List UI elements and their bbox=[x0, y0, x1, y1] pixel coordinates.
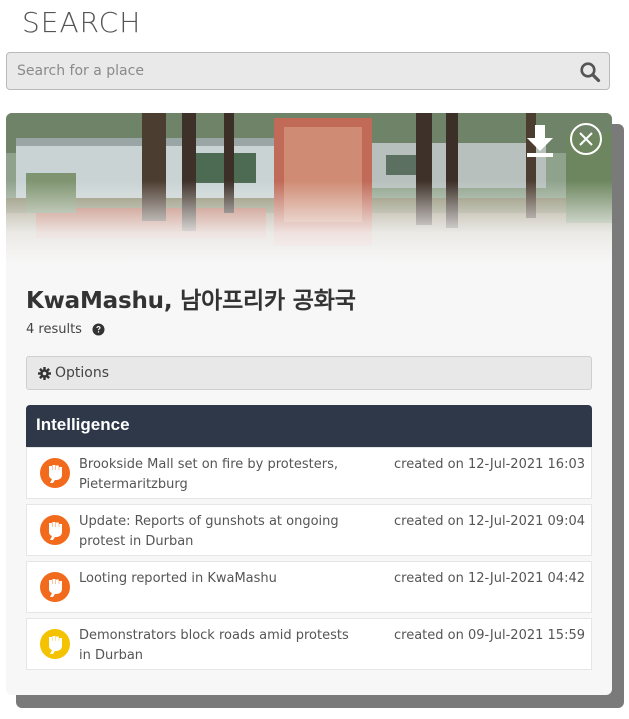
list-item[interactable]: Demonstrators block roads amid protests … bbox=[26, 618, 592, 670]
place-panel: KwaMashu, 남아프리카 공화국 4 results Options In… bbox=[6, 113, 612, 695]
list-item[interactable]: Update: Reports of gunshots at ongoing p… bbox=[26, 504, 592, 556]
raised-fist-icon bbox=[40, 629, 70, 659]
item-date: created on 12-Jul-2021 04:42 bbox=[394, 571, 585, 586]
page-title: SEARCH bbox=[22, 6, 142, 39]
results-count-text: 4 results bbox=[26, 322, 82, 337]
results-count: 4 results bbox=[26, 322, 105, 337]
item-date: created on 12-Jul-2021 16:03 bbox=[394, 457, 585, 472]
help-icon[interactable] bbox=[92, 323, 105, 336]
item-date: created on 12-Jul-2021 09:04 bbox=[394, 514, 585, 529]
search-icon[interactable] bbox=[579, 61, 601, 83]
item-title: Looting reported in KwaMashu bbox=[79, 571, 277, 586]
item-title: Demonstrators block roads amid protests … bbox=[79, 628, 349, 663]
item-title: Brookside Mall set on fire by protesters… bbox=[79, 457, 338, 492]
raised-fist-icon bbox=[40, 458, 70, 488]
download-icon[interactable] bbox=[522, 123, 558, 159]
item-title: Update: Reports of gunshots at ongoing p… bbox=[79, 514, 339, 549]
search-input[interactable] bbox=[7, 53, 577, 89]
section-header-intelligence: Intelligence bbox=[26, 405, 592, 447]
place-title: KwaMashu, 남아프리카 공화국 bbox=[26, 288, 356, 314]
gear-icon bbox=[38, 367, 51, 380]
item-date: created on 09-Jul-2021 15:59 bbox=[394, 628, 585, 643]
list-item[interactable]: Looting reported in KwaMashu created on … bbox=[26, 561, 592, 613]
options-label: Options bbox=[55, 365, 110, 381]
list-item[interactable]: Brookside Mall set on fire by protesters… bbox=[26, 447, 592, 499]
intelligence-list: Brookside Mall set on fire by protesters… bbox=[26, 447, 592, 675]
options-button[interactable]: Options bbox=[26, 356, 592, 390]
search-bar bbox=[6, 52, 610, 90]
close-icon[interactable] bbox=[569, 122, 603, 156]
raised-fist-icon bbox=[40, 515, 70, 545]
raised-fist-icon bbox=[40, 572, 70, 602]
